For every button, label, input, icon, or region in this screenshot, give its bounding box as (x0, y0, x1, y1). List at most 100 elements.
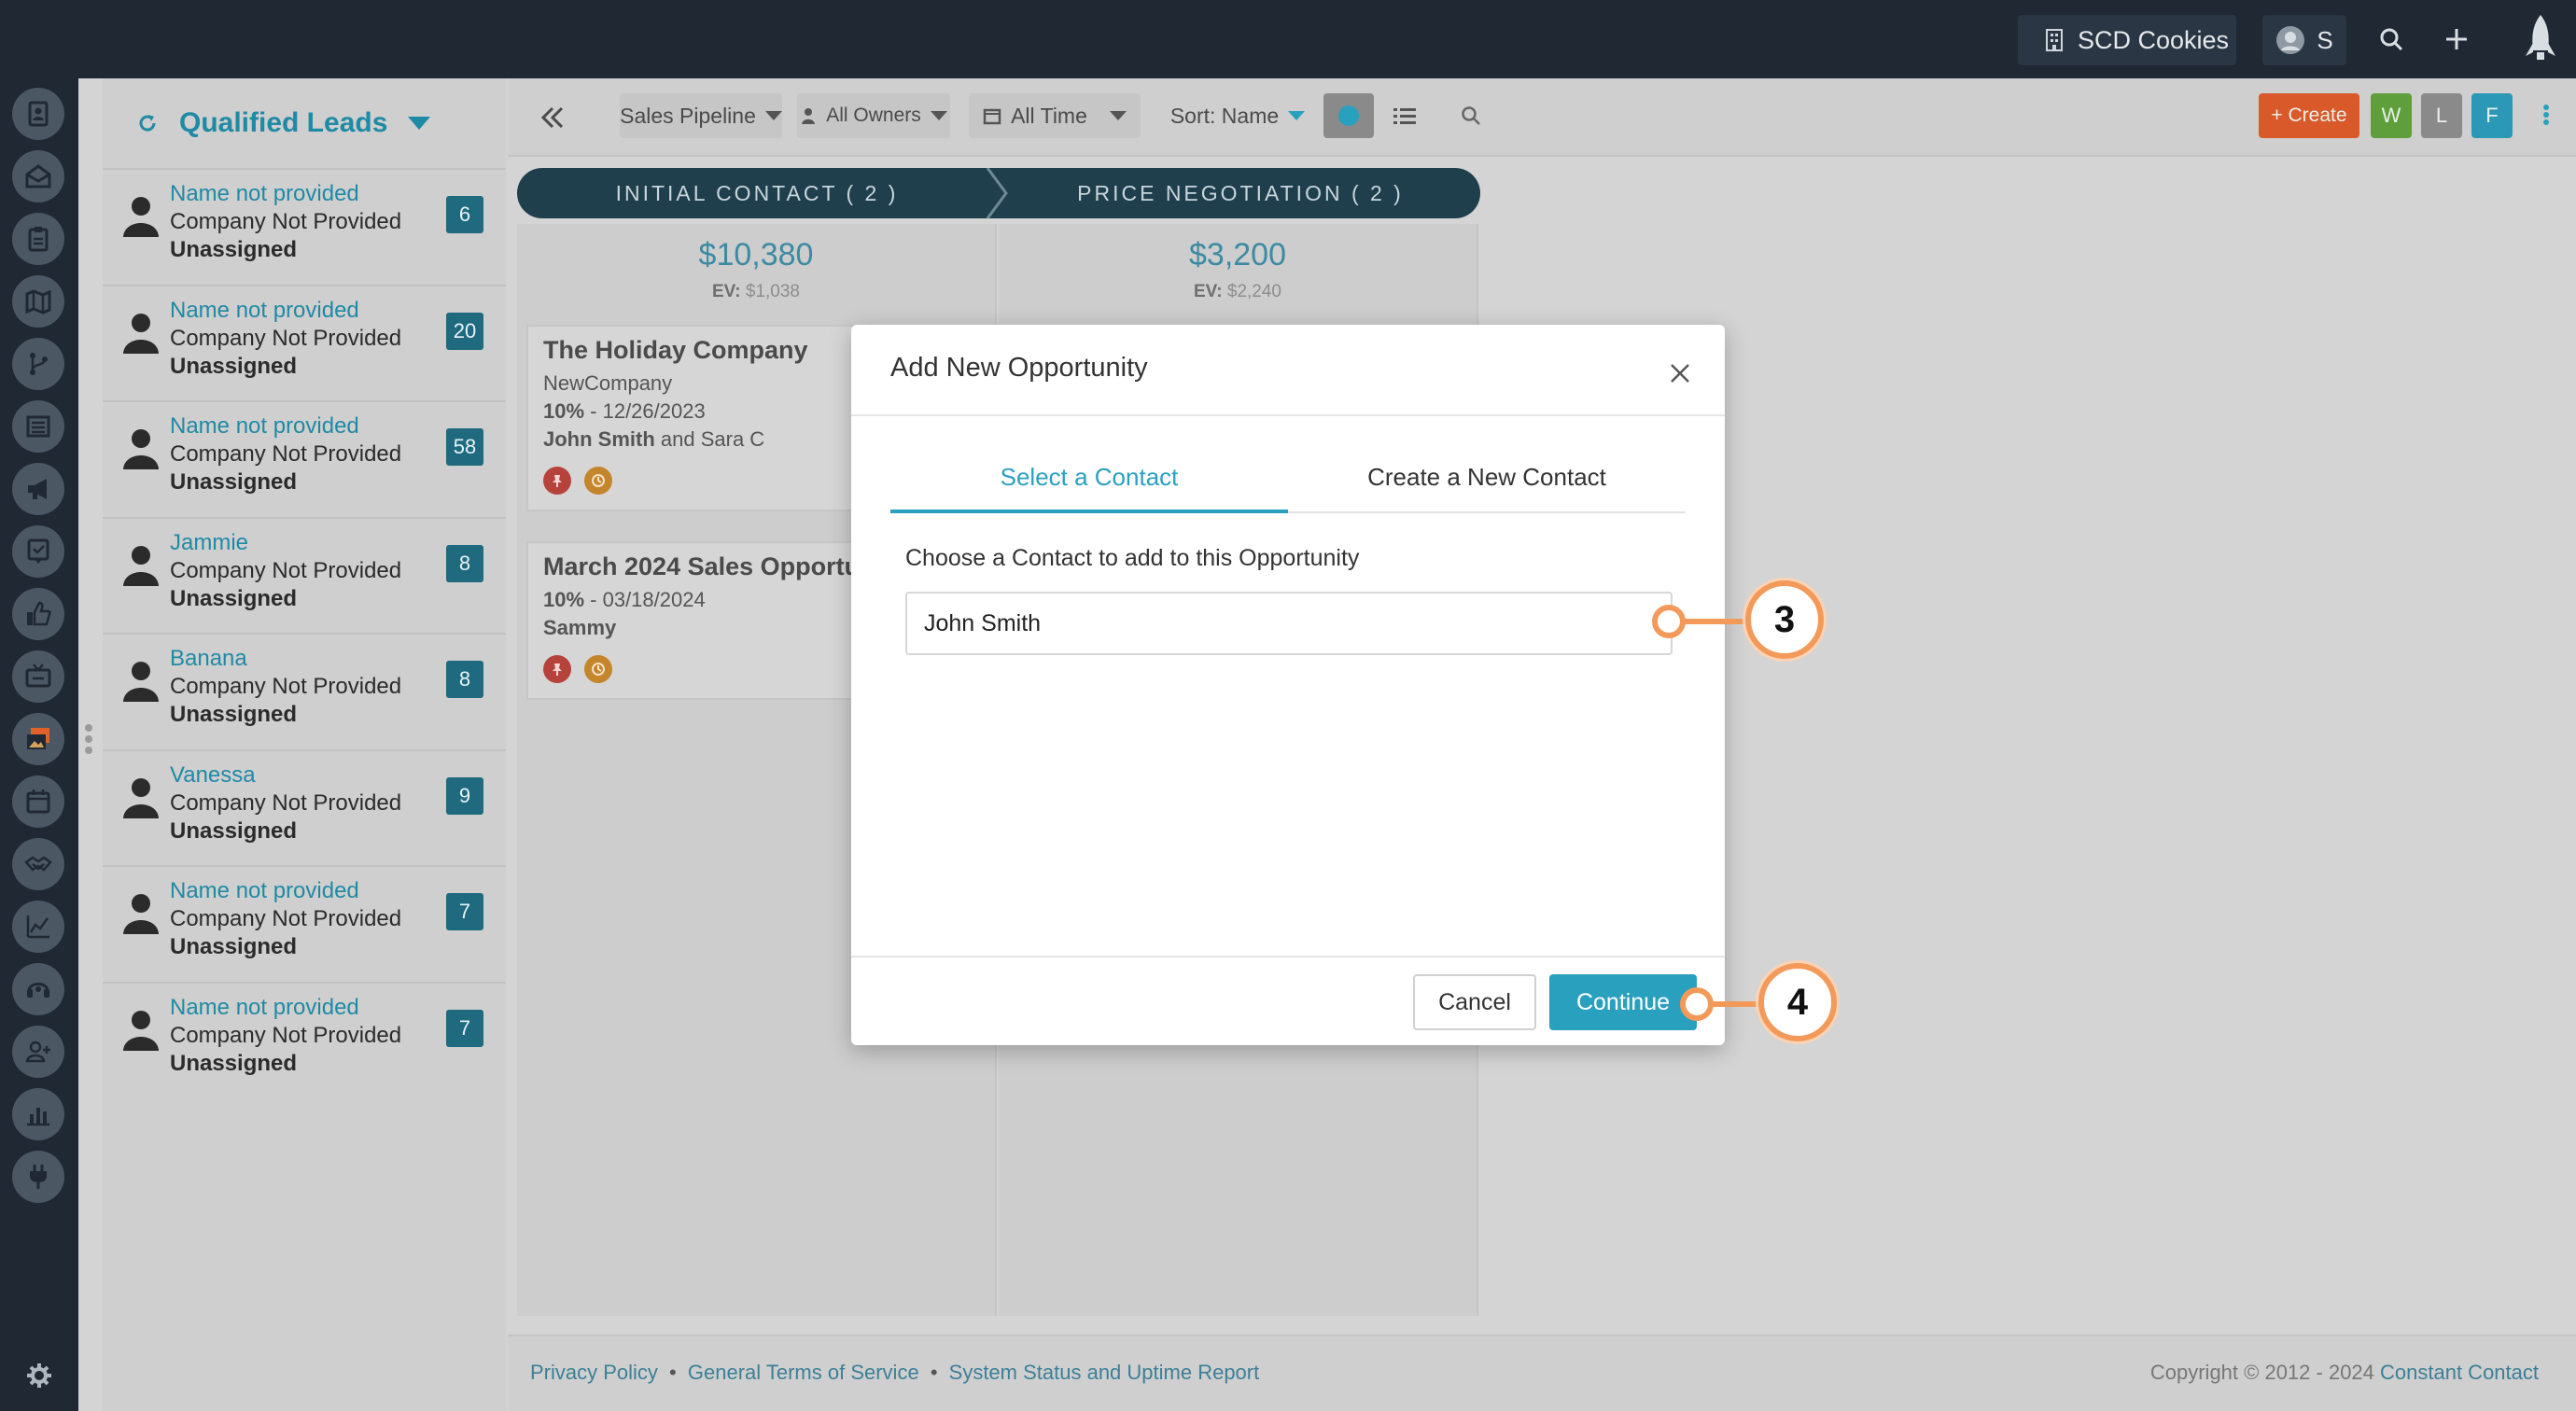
lead-list-item[interactable]: Name not provided Company Not Provided Una… (103, 284, 506, 400)
lead-company: Company Not Provided (170, 557, 402, 583)
support-icon[interactable] (12, 963, 64, 1015)
clock-icon[interactable] (584, 655, 612, 683)
system-status-link[interactable]: System Status and Uptime Report (949, 1361, 1260, 1384)
search-icon[interactable] (2371, 19, 2412, 60)
lead-count-badge: 8 (446, 661, 483, 698)
lead-owner: Unassigned (170, 237, 298, 262)
lead-name[interactable]: Name not provided (170, 298, 359, 324)
calendar-icon[interactable] (12, 775, 64, 828)
lead-list-item[interactable]: Name not provided Company Not Provided Una… (103, 400, 506, 516)
feedback-icon[interactable] (12, 525, 64, 578)
lead-list-item[interactable]: Name not provided Company Not Provided Una… (103, 981, 506, 1097)
lost-filter-button[interactable]: L (2421, 93, 2462, 138)
tab-select-contact[interactable]: Select a Contact (890, 463, 1288, 492)
opportunity-probability-date: 10% - 12/26/2023 (543, 399, 706, 423)
callout-connector (1684, 619, 1753, 624)
rocket-icon[interactable] (2518, 11, 2563, 67)
settings-gear-icon[interactable] (26, 1362, 52, 1389)
opportunity-company: NewCompany (543, 371, 673, 395)
board-view-button[interactable] (1323, 93, 1374, 138)
clipboard-icon[interactable] (12, 213, 64, 265)
tab-divider (1288, 511, 1686, 513)
qualified-leads-panel: Qualified Leads Name not provided Company… (103, 78, 506, 1411)
contact-search-input[interactable] (905, 592, 1673, 655)
refresh-icon[interactable] (136, 112, 159, 134)
lead-owner: Unassigned (170, 702, 298, 727)
stage-label-initial-contact[interactable]: INITIAL CONTACT ( 2 ) (517, 168, 997, 218)
caret-down-icon (1288, 111, 1306, 120)
owners-select[interactable]: All Owners (797, 93, 950, 138)
panel-resize-handle[interactable] (82, 720, 95, 769)
clock-icon[interactable] (584, 467, 612, 495)
f-filter-button[interactable]: F (2471, 93, 2513, 138)
lead-count-badge: 7 (446, 893, 483, 930)
person-avatar-icon (121, 426, 161, 469)
lead-name[interactable]: Name not provided (170, 995, 359, 1021)
lead-count-badge: 6 (446, 196, 483, 233)
leads-panel-header: Qualified Leads (103, 78, 506, 168)
tab-create-contact[interactable]: Create a New Contact (1288, 463, 1686, 492)
privacy-policy-link[interactable]: Privacy Policy (530, 1361, 658, 1384)
chevron-down-icon[interactable] (408, 117, 431, 130)
lead-name[interactable]: Banana (170, 646, 247, 672)
grid-view-icon (1338, 105, 1359, 126)
tv-icon[interactable] (12, 650, 64, 703)
user-menu-button[interactable]: S (2262, 15, 2346, 65)
lead-company: Company Not Provided (170, 209, 402, 234)
thumbs-up-icon[interactable] (12, 588, 64, 640)
leads-panel-title[interactable]: Qualified Leads (179, 107, 387, 139)
map-icon[interactable] (12, 275, 64, 328)
won-filter-button[interactable]: W (2371, 93, 2412, 138)
plug-icon[interactable] (12, 1151, 64, 1203)
close-icon[interactable] (1663, 356, 1697, 390)
toolbar-search-icon[interactable] (1450, 93, 1491, 138)
lead-count-badge: 9 (446, 776, 483, 815)
pipeline-icon[interactable] (12, 338, 64, 390)
cancel-button[interactable]: Cancel (1413, 974, 1536, 1030)
terms-link[interactable]: General Terms of Service (688, 1361, 919, 1384)
list-icon[interactable] (12, 400, 64, 453)
add-user-icon[interactable] (12, 1026, 64, 1078)
megaphone-icon[interactable] (12, 463, 64, 515)
lead-name[interactable]: Name not provided (170, 413, 359, 440)
active-tab-underline (890, 510, 1288, 513)
pin-icon[interactable] (543, 467, 571, 495)
reports-icon[interactable] (12, 1088, 64, 1140)
plus-icon[interactable] (2436, 19, 2477, 60)
organization-switcher[interactable]: SCD Cookies (2018, 15, 2236, 65)
footer-links: Privacy Policy • General Terms of Servic… (530, 1361, 1260, 1384)
add-opportunity-modal: Add New Opportunity Select a Contact Cre… (851, 325, 1725, 1045)
time-range-select[interactable]: All Time (969, 93, 1141, 138)
stage-label-price-negotiation[interactable]: PRICE NEGOTIATION ( 2 ) (1002, 168, 1478, 218)
lead-list-item[interactable]: Name not provided Company Not Provided Una… (103, 865, 506, 981)
lead-list-item[interactable]: Jammie Company Not Provided Unassigned 8 (103, 516, 506, 633)
list-view-button[interactable] (1379, 93, 1430, 138)
create-button[interactable]: + Create (2259, 93, 2359, 138)
more-options-icon[interactable] (2541, 103, 2552, 133)
stage-ev: EV: $1,038 (711, 282, 801, 301)
lead-name[interactable]: Name not provided (170, 181, 359, 207)
analytics-icon[interactable] (12, 901, 64, 953)
lead-name[interactable]: Name not provided (170, 878, 359, 904)
collapse-panel-icon[interactable] (538, 103, 567, 133)
lead-list-item[interactable]: Banana Company Not Provided Unassigned 8 (103, 633, 506, 748)
brand-link[interactable]: Constant Contact (2380, 1361, 2539, 1384)
pin-icon[interactable] (543, 655, 571, 683)
sort-select[interactable]: Sort: Name (1167, 93, 1309, 138)
lead-list-item[interactable]: Name not provided Company Not Provided Una… (103, 168, 506, 284)
inbox-icon[interactable] (12, 150, 64, 203)
pipeline-select[interactable]: Sales Pipeline (620, 93, 782, 138)
sort-select-label: Sort: Name (1169, 103, 1280, 128)
lead-name[interactable]: Vanessa (170, 762, 256, 789)
lead-company: Company Not Provided (170, 789, 402, 816)
callout-anchor (1680, 987, 1714, 1021)
lead-list-item[interactable]: Vanessa Company Not Provided Unassigned 9 (103, 748, 506, 865)
pipeline-select-label: Sales Pipeline (620, 103, 756, 128)
gallery-icon[interactable] (12, 713, 64, 765)
lead-name[interactable]: Jammie (170, 530, 248, 556)
continue-button[interactable]: Continue (1549, 974, 1697, 1030)
contacts-icon[interactable] (12, 88, 64, 140)
callout-step-4: 4 (1758, 963, 1837, 1041)
modal-footer-divider (851, 956, 1725, 957)
handshake-icon[interactable] (12, 838, 64, 890)
